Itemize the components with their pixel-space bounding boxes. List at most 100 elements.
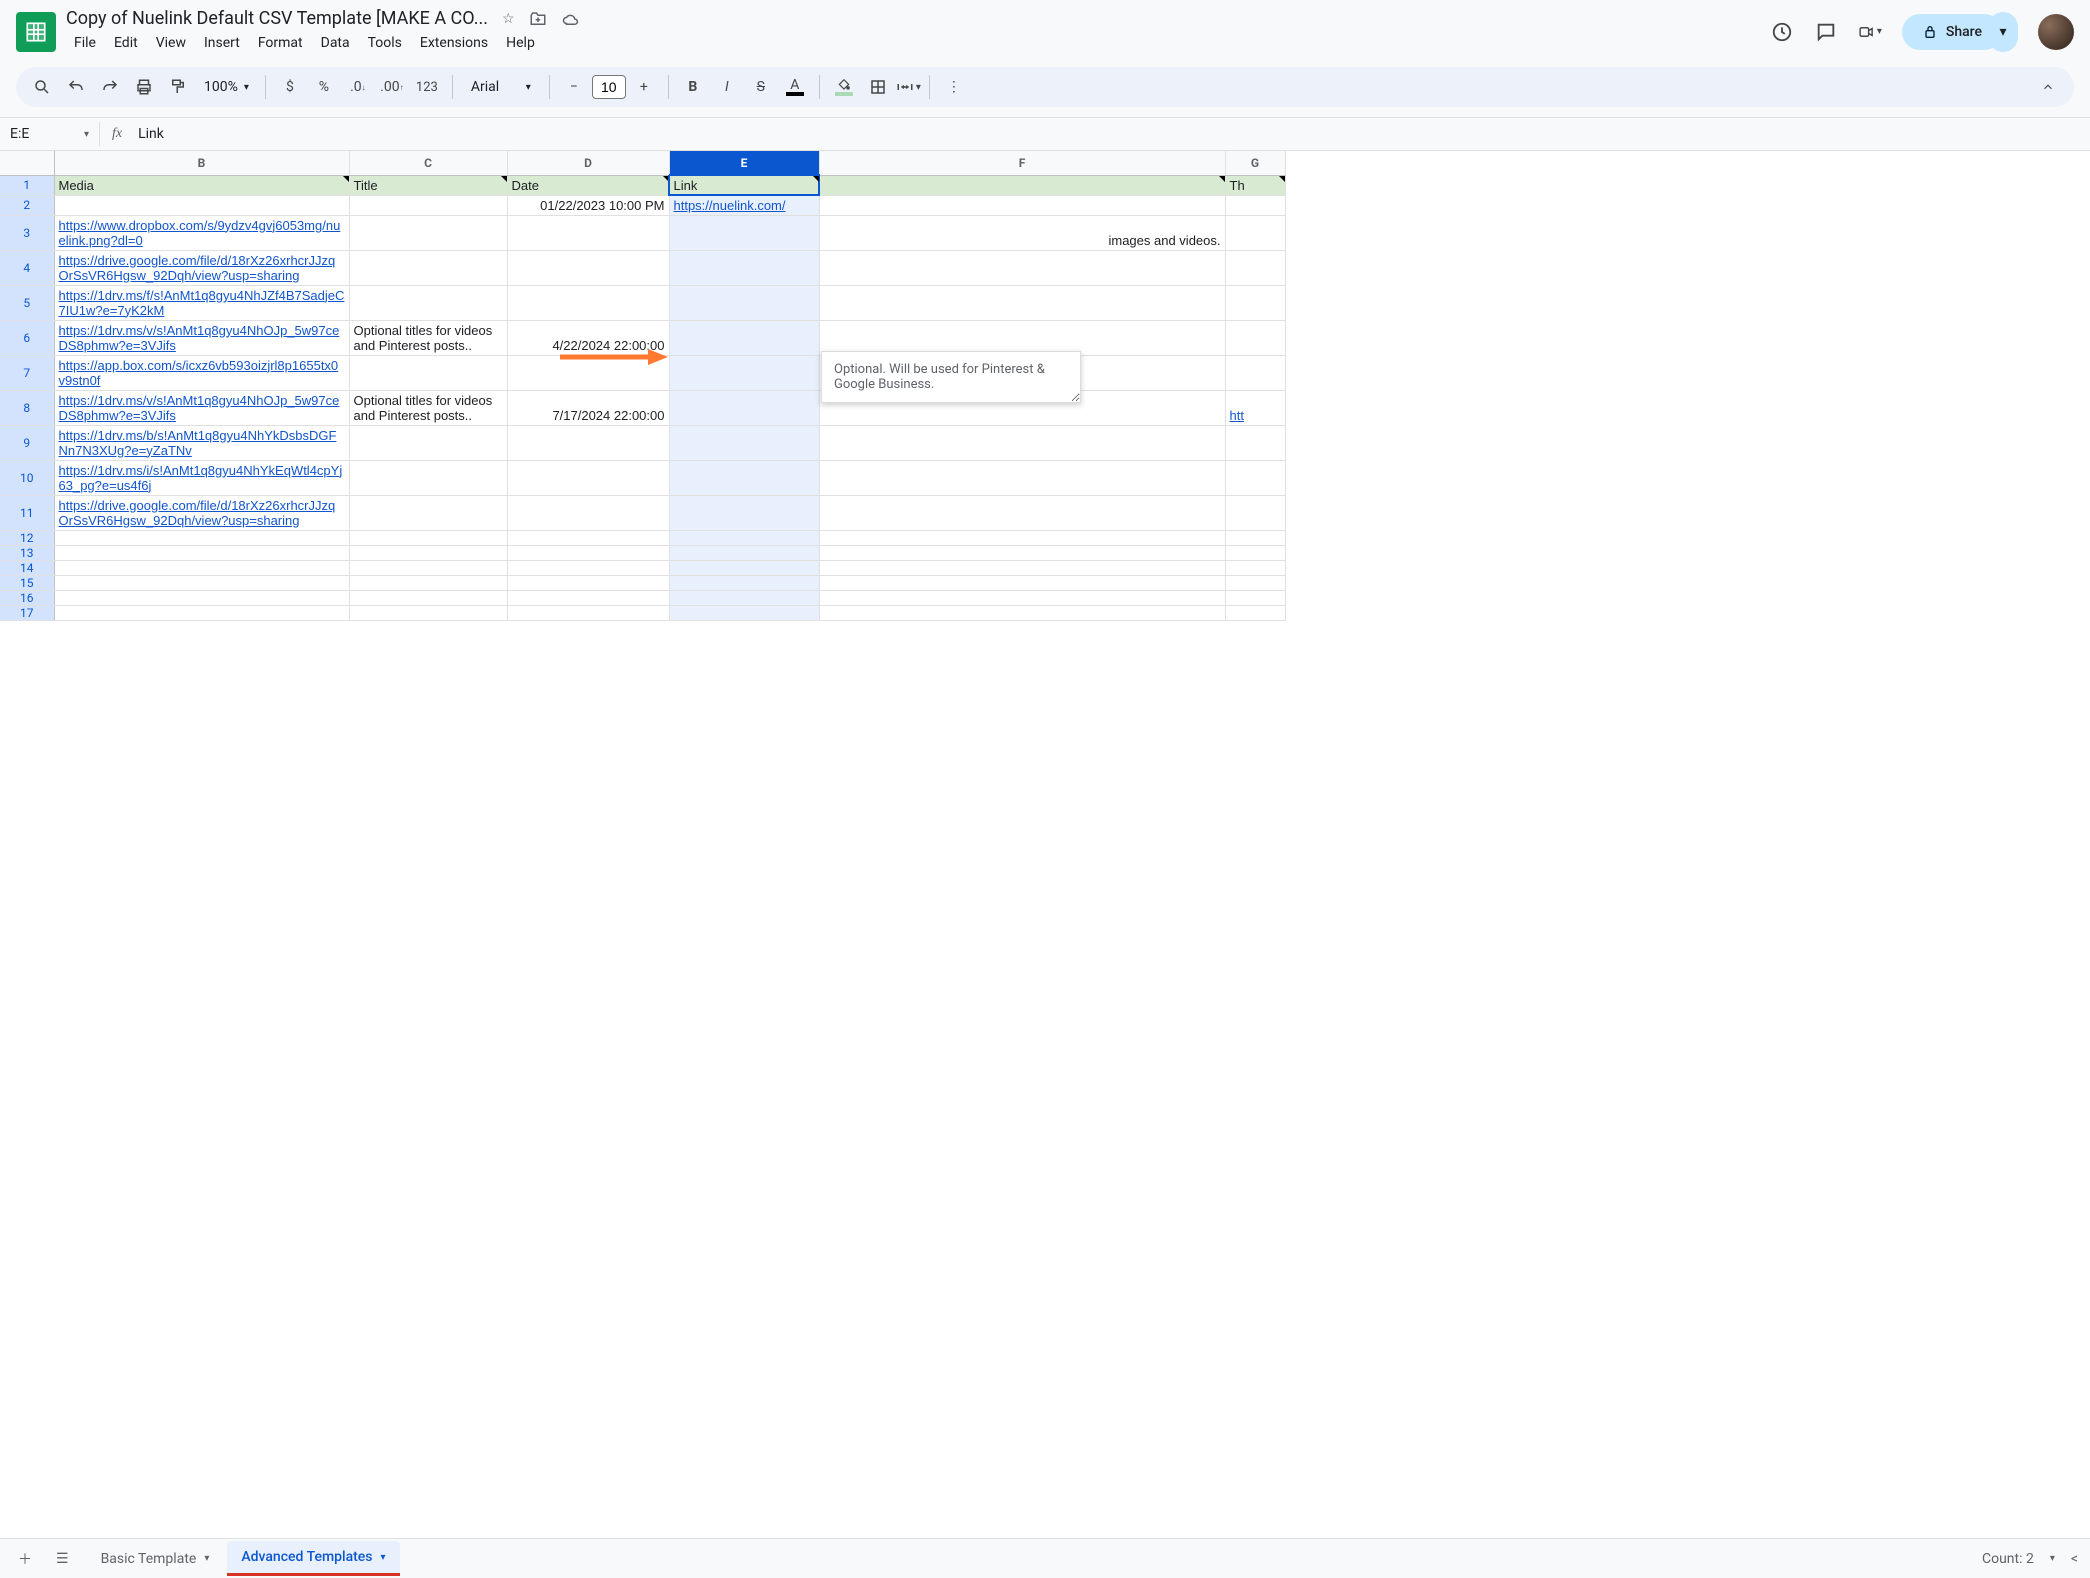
fill-color-button[interactable] — [828, 71, 860, 103]
cell[interactable] — [1225, 320, 1285, 355]
avatar[interactable] — [2038, 14, 2074, 50]
cell[interactable] — [819, 590, 1225, 605]
cell[interactable]: https://drive.google.com/file/d/18rXz26x… — [54, 495, 349, 530]
cell[interactable]: https://nuelink.com/ — [669, 195, 819, 215]
cell[interactable] — [507, 460, 669, 495]
print-button[interactable] — [128, 71, 160, 103]
cell[interactable] — [669, 530, 819, 545]
sheet-tab[interactable]: Advanced Templates ▾ — [227, 1541, 399, 1576]
row-header[interactable]: 17 — [0, 605, 54, 620]
col-header-F[interactable]: F — [819, 151, 1225, 175]
col-header-B[interactable]: B — [54, 151, 349, 175]
cell[interactable]: https://1drv.ms/v/s!AnMt1q8gyu4NhOJp_5w9… — [54, 390, 349, 425]
cell[interactable] — [349, 460, 507, 495]
cell[interactable] — [669, 495, 819, 530]
menu-insert[interactable]: Insert — [196, 31, 248, 55]
menu-extensions[interactable]: Extensions — [412, 31, 496, 55]
menu-format[interactable]: Format — [250, 31, 311, 55]
cell[interactable] — [1225, 575, 1285, 590]
more-formats-button[interactable]: 123 — [410, 71, 444, 103]
menu-file[interactable]: File — [66, 31, 104, 55]
cell[interactable] — [54, 195, 349, 215]
cell[interactable] — [507, 560, 669, 575]
cell[interactable] — [669, 390, 819, 425]
cell[interactable] — [819, 195, 1225, 215]
row-header[interactable]: 15 — [0, 575, 54, 590]
explore-button[interactable]: < — [2071, 1551, 2078, 1567]
row-header[interactable]: 2 — [0, 195, 54, 215]
menu-help[interactable]: Help — [498, 31, 543, 55]
cell[interactable] — [669, 215, 819, 250]
cell[interactable] — [349, 195, 507, 215]
cell[interactable] — [507, 575, 669, 590]
percent-button[interactable]: % — [308, 71, 340, 103]
cell[interactable] — [819, 545, 1225, 560]
cell[interactable] — [1225, 530, 1285, 545]
cell[interactable]: Optional titles for videos and Pinterest… — [349, 320, 507, 355]
row-header[interactable]: 12 — [0, 530, 54, 545]
cell[interactable] — [54, 575, 349, 590]
row-header[interactable]: 9 — [0, 425, 54, 460]
share-button[interactable]: Share — [1902, 14, 2002, 50]
status-count[interactable]: Count: 2 — [1982, 1551, 2034, 1567]
row-header[interactable]: 4 — [0, 250, 54, 285]
zoom-select[interactable]: 100% ▾ — [196, 79, 257, 95]
cell[interactable] — [54, 545, 349, 560]
borders-button[interactable] — [862, 71, 894, 103]
cell[interactable] — [1225, 460, 1285, 495]
cell[interactable] — [1225, 285, 1285, 320]
cell[interactable] — [669, 250, 819, 285]
cell[interactable] — [819, 460, 1225, 495]
row-header[interactable]: 8 — [0, 390, 54, 425]
bold-button[interactable]: B — [677, 71, 709, 103]
row-header[interactable]: 1 — [0, 175, 54, 195]
header-cell[interactable]: Title — [349, 175, 507, 195]
row-header[interactable]: 5 — [0, 285, 54, 320]
cell[interactable]: https://1drv.ms/v/s!AnMt1q8gyu4NhOJp_5w9… — [54, 320, 349, 355]
cell-note-popup[interactable]: Optional. Will be used for Pinterest & G… — [821, 351, 1081, 403]
cell[interactable] — [1225, 560, 1285, 575]
select-all-corner[interactable] — [0, 151, 54, 175]
cell[interactable] — [349, 425, 507, 460]
col-header-E[interactable]: E — [669, 151, 819, 175]
cell[interactable] — [669, 560, 819, 575]
row-header[interactable]: 10 — [0, 460, 54, 495]
cell[interactable] — [669, 605, 819, 620]
row-header[interactable]: 3 — [0, 215, 54, 250]
strike-button[interactable]: S — [745, 71, 777, 103]
menu-view[interactable]: View — [148, 31, 194, 55]
paint-format-button[interactable] — [162, 71, 194, 103]
cell[interactable] — [54, 560, 349, 575]
cell[interactable] — [349, 285, 507, 320]
cell[interactable] — [54, 590, 349, 605]
row-header[interactable]: 16 — [0, 590, 54, 605]
cell[interactable] — [819, 250, 1225, 285]
cell[interactable]: https://www.dropbox.com/s/9ydzv4gvj6053m… — [54, 215, 349, 250]
cell[interactable] — [349, 575, 507, 590]
cell[interactable] — [669, 320, 819, 355]
cell[interactable] — [507, 495, 669, 530]
cell[interactable]: Optional titles for videos and Pinterest… — [349, 390, 507, 425]
decrease-decimal-button[interactable]: .0↓ — [342, 71, 374, 103]
cell[interactable] — [1225, 215, 1285, 250]
cell[interactable] — [349, 495, 507, 530]
col-header-D[interactable]: D — [507, 151, 669, 175]
cell[interactable] — [819, 560, 1225, 575]
header-cell[interactable]: Media — [54, 175, 349, 195]
cell[interactable] — [1225, 590, 1285, 605]
cell[interactable] — [507, 545, 669, 560]
history-icon[interactable] — [1770, 20, 1794, 44]
cell[interactable]: https://drive.google.com/file/d/18rXz26x… — [54, 250, 349, 285]
cell[interactable] — [507, 530, 669, 545]
star-icon[interactable]: ☆ — [502, 11, 515, 27]
row-header[interactable]: 14 — [0, 560, 54, 575]
cell[interactable]: 01/22/2023 10:00 PM — [507, 195, 669, 215]
cell[interactable] — [819, 605, 1225, 620]
cell[interactable] — [669, 590, 819, 605]
cell[interactable] — [1225, 355, 1285, 390]
cell[interactable] — [507, 250, 669, 285]
cell[interactable] — [507, 285, 669, 320]
add-sheet-button[interactable]: ＋ — [12, 1543, 38, 1575]
cell[interactable]: https://1drv.ms/b/s!AnMt1q8gyu4NhYkDsbsD… — [54, 425, 349, 460]
share-dropdown[interactable]: ▾ — [1988, 12, 2018, 52]
